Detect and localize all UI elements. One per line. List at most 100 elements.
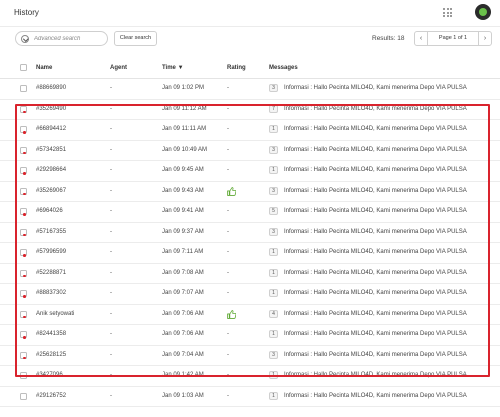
header-divider — [0, 26, 500, 27]
advanced-search-input[interactable] — [34, 34, 104, 44]
table-body: #88669890 - Jan 09 1:02 PM - 3 Informasi : Ha… — [0, 79, 500, 407]
table-row[interactable]: #66894412 - Jan 09 11:11 AM - 1 Informasi : H… — [0, 120, 500, 141]
unread-indicator — [23, 356, 26, 359]
table-row[interactable]: #29126752 - Jan 09 1:03 AM - 1 Informasi : Ha… — [0, 387, 500, 407]
message-count-badge: 3 — [269, 186, 278, 195]
grid-icon[interactable] — [443, 8, 452, 17]
row-message: Informasi : Hallo Pecinta MILO4D, Kami m… — [284, 392, 467, 399]
table-row[interactable]: #57996599 - Jan 09 7:11 AM - 1 Informasi : Ha… — [0, 243, 500, 264]
row-time: Jan 09 9:41 AM — [162, 208, 204, 214]
unread-indicator — [23, 131, 26, 134]
row-message: Informasi : Hallo Pecinta MILO4D, Kami m… — [284, 228, 467, 235]
row-agent: - — [110, 126, 112, 132]
clear-search-button[interactable]: Clear search — [114, 31, 157, 46]
row-rating: - — [227, 351, 229, 358]
chevron-down-icon[interactable] — [21, 35, 29, 43]
column-agent[interactable]: Agent — [110, 65, 127, 71]
row-rating: - — [227, 331, 229, 337]
table-row[interactable]: #88669890 - Jan 09 1:02 PM - 3 Informasi : Ha… — [0, 79, 500, 100]
row-message: Informasi : Hallo Pecinta MILO4D, Kami m… — [284, 146, 467, 153]
table-row[interactable]: #52288871 - Jan 09 7:08 AM - 1 Informasi : Ha… — [0, 264, 500, 284]
row-checkbox[interactable] — [20, 85, 27, 92]
table-row[interactable]: Anik setyowati - Jan 09 7:06 AM 4 Informasi … — [0, 305, 500, 325]
row-time: Jan 09 9:43 AM — [162, 187, 204, 194]
row-name: #6964026 — [36, 208, 63, 214]
table-row[interactable]: #57342851 - Jan 09 10:49 AM - 3 Informasi : H… — [0, 141, 500, 161]
table-row[interactable]: #6964026 - Jan 09 9:41 AM - 5 Informasi : Hal… — [0, 202, 500, 223]
message-count-badge: 1 — [269, 248, 278, 256]
table-row[interactable]: #35269490 - Jan 09 11:12 AM - 7 Informasi : H… — [0, 100, 500, 120]
row-agent: - — [110, 269, 112, 276]
table-row[interactable]: #3427096 - Jan 09 1:42 AM - 1 Informasi : Hal… — [0, 366, 500, 387]
row-name: #88837302 — [36, 290, 67, 296]
page-indicator[interactable]: Page 1 of 1 — [428, 32, 478, 45]
table-row[interactable]: #35269067 - Jan 09 9:43 AM 3 Informasi : Hal… — [0, 182, 500, 202]
advanced-search-box[interactable] — [15, 31, 108, 46]
prev-page-button[interactable]: ‹ — [415, 32, 428, 45]
row-time: Jan 09 7:06 AM — [162, 331, 204, 337]
table-row[interactable]: #57167355 - Jan 09 9:37 AM - 3 Informasi : Ha… — [0, 223, 500, 243]
row-name: #57342851 — [36, 146, 67, 153]
row-message: Informasi : Hallo Pecinta MILO4D, Kami m… — [284, 126, 467, 132]
table-row[interactable]: #25628125 - Jan 09 7:04 AM - 3 Informasi : Ha… — [0, 346, 500, 366]
row-rating: - — [227, 372, 229, 378]
row-agent: - — [110, 290, 112, 296]
unread-indicator — [23, 295, 26, 298]
column-time[interactable]: Time ▼ — [162, 65, 184, 71]
row-time: Jan 09 9:45 AM — [162, 167, 204, 173]
row-name: #35269490 — [36, 105, 67, 112]
row-agent: - — [110, 228, 112, 235]
unread-indicator — [23, 172, 26, 175]
column-name[interactable]: Name — [36, 65, 52, 71]
unread-indicator — [23, 192, 26, 195]
message-count-badge: 5 — [269, 207, 278, 215]
message-count-badge: 3 — [269, 350, 278, 359]
row-message: Informasi : Hallo Pecinta MILO4D, Kami m… — [284, 105, 467, 112]
thumbs-up-icon — [227, 186, 236, 196]
avatar-icon[interactable] — [475, 4, 491, 20]
row-agent: - — [110, 331, 112, 337]
message-count-badge: 1 — [269, 268, 278, 277]
select-all-checkbox[interactable] — [20, 64, 27, 71]
column-rating[interactable]: Rating — [227, 65, 246, 71]
row-name: #29126752 — [36, 392, 67, 399]
row-message: Informasi : Hallo Pecinta MILO4D, Kami m… — [284, 351, 467, 358]
table-row[interactable]: #29298664 - Jan 09 9:45 AM - 1 Informasi : Ha… — [0, 161, 500, 182]
row-name: #52288871 — [36, 269, 67, 276]
row-rating: - — [227, 228, 229, 235]
row-message: Informasi : Hallo Pecinta MILO4D, Kami m… — [284, 187, 467, 194]
column-messages[interactable]: Messages — [269, 65, 298, 71]
row-time: Jan 09 7:06 AM — [162, 310, 204, 317]
table-row[interactable]: #82441358 - Jan 09 7:06 AM - 1 Informasi : Ha… — [0, 325, 500, 346]
message-count-badge: 1 — [269, 289, 278, 297]
row-checkbox[interactable] — [20, 392, 27, 400]
message-count-badge: 1 — [269, 371, 278, 379]
row-rating: - — [227, 126, 229, 132]
row-time: Jan 09 7:11 AM — [162, 249, 204, 255]
row-name: Anik setyowati — [36, 310, 75, 317]
row-name: #25628125 — [36, 351, 67, 358]
row-name: #88669890 — [36, 85, 67, 91]
top-bar: History — [0, 0, 500, 24]
message-count-badge: 3 — [269, 227, 278, 236]
row-name: #57996599 — [36, 249, 67, 255]
row-message: Informasi : Hallo Pecinta MILO4D, Kami m… — [284, 290, 467, 296]
row-agent: - — [110, 85, 112, 91]
row-rating: - — [227, 167, 229, 173]
message-count-badge: 3 — [269, 84, 278, 92]
row-message: Informasi : Hallo Pecinta MILO4D, Kami m… — [284, 85, 467, 91]
row-agent: - — [110, 372, 112, 378]
row-time: Jan 09 1:02 PM — [162, 85, 205, 91]
row-agent: - — [110, 187, 112, 194]
toolbar: Clear search Results: 18 ‹ Page 1 of 1 › — [0, 30, 500, 48]
row-checkbox[interactable] — [20, 372, 27, 379]
page-title: History — [14, 8, 39, 17]
next-page-button[interactable]: › — [478, 32, 491, 45]
table-row[interactable]: #88837302 - Jan 09 7:07 AM - 1 Informasi : Ha… — [0, 284, 500, 305]
message-count-badge: 4 — [269, 309, 278, 318]
unread-indicator — [23, 336, 26, 339]
row-rating: - — [227, 269, 229, 276]
row-time: Jan 09 1:42 AM — [162, 372, 204, 378]
pagination: ‹ Page 1 of 1 › — [414, 31, 492, 46]
row-time: Jan 09 7:07 AM — [162, 290, 204, 296]
